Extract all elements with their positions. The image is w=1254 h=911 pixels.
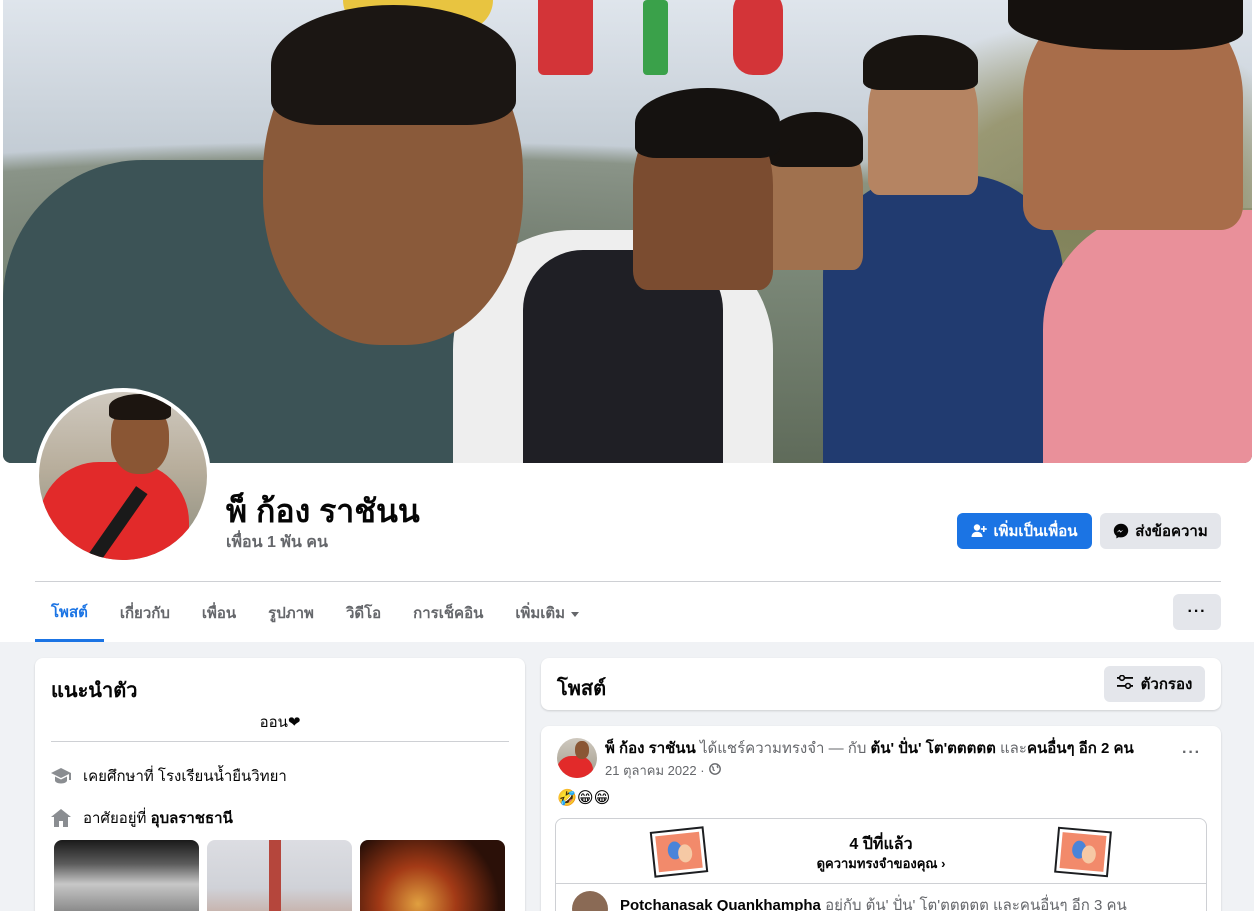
post-tagged-link[interactable]: ต้น' ปั่น' โต'ตตตตต: [871, 740, 996, 757]
intro-card: แนะนำตัว ออน❤ เคยศึกษาที่ โรงเรียนน้ำยืน…: [35, 658, 525, 911]
cover-person: [768, 112, 863, 167]
post-date[interactable]: 21 ตุลาคม 2022 ·: [605, 760, 705, 781]
tab-more-label: เพิ่มเติม: [515, 605, 566, 622]
post-and-text: และ: [995, 740, 1027, 757]
avatar-hair: [109, 394, 171, 420]
filter-label: ตัวกรอง: [1140, 676, 1193, 693]
messenger-icon: [1113, 523, 1129, 539]
tab-videos[interactable]: วิดีโอ: [330, 584, 397, 642]
shared-post-avatar[interactable]: [572, 891, 608, 911]
tab-posts[interactable]: โพสต์: [35, 584, 104, 642]
memory-link[interactable]: ดูความทรงจำของคุณ ›: [556, 853, 1206, 874]
header-divider: [35, 581, 1221, 582]
tab-more[interactable]: เพิ่มเติม: [499, 584, 595, 642]
intro-photo[interactable]: [54, 840, 199, 911]
post-options-button[interactable]: ···: [1182, 744, 1201, 762]
sign-part: [733, 0, 783, 75]
tab-friends[interactable]: เพื่อน: [186, 584, 252, 642]
message-label: ส่งข้อความ: [1135, 523, 1208, 540]
add-friend-icon: [971, 523, 988, 539]
friend-count[interactable]: เพื่อน 1 พัน คน: [226, 530, 328, 555]
globe-icon: [708, 763, 721, 778]
tab-photos[interactable]: รูปภาพ: [252, 584, 330, 642]
home-icon: [51, 808, 71, 828]
education-text: เคยศึกษาที่ โรงเรียนน้ำยืนวิทยา: [83, 768, 287, 785]
cover-person: [635, 88, 780, 158]
location-prefix: อาศัยอยู่ที่: [83, 810, 151, 827]
tab-about[interactable]: เกี่ยวกับ: [104, 584, 186, 642]
avatar-shirt: [557, 756, 593, 778]
add-friend-button[interactable]: เพิ่มเป็นเพื่อน: [957, 513, 1092, 549]
shared-post-author[interactable]: Potchanasak Quankhampha: [620, 897, 821, 911]
profile-header: พ็ ก้อง ราชันน เพื่อน 1 พัน คน เพิ่มเป็น…: [0, 0, 1254, 642]
avatar-shirt: [39, 462, 189, 560]
education-row: เคยศึกษาที่ โรงเรียนน้ำยืนวิทยา: [51, 764, 287, 788]
post-card: พ็ ก้อง ราชันน ได้แชร์ความทรงจำ — กับ ต้…: [541, 726, 1221, 911]
location-row: อาศัยอยู่ที่ อุบลราชธานี: [51, 806, 233, 830]
post-action-text: ได้แชร์ความทรงจำ — กับ: [695, 740, 871, 757]
photo-detail: [269, 840, 281, 911]
post-header-text: พ็ ก้อง ราชันน ได้แชร์ความทรงจำ — กับ ต้…: [605, 739, 1145, 759]
tab-checkins[interactable]: การเช็คอิน: [397, 584, 499, 642]
message-button[interactable]: ส่งข้อความ: [1100, 513, 1221, 549]
intro-divider: [51, 741, 509, 742]
post-author-avatar[interactable]: [557, 738, 597, 778]
graduation-cap-icon: [51, 766, 71, 786]
posts-title: โพสต์: [557, 678, 607, 700]
post-others-link[interactable]: คนอื่นๆ อีก 2 คน: [1027, 740, 1134, 757]
shared-post-rest: อยู่กับ ต้น' ปั่น' โต'ตตตตต และคนอื่นๆ อ…: [820, 897, 1127, 911]
profile-tabs: โพสต์ เกี่ยวกับ เพื่อน รูปภาพ วิดีโอ การ…: [35, 584, 595, 642]
cover-person: [863, 35, 978, 90]
memory-card[interactable]: 4 ปีที่แล้ว ดูความทรงจำของคุณ › Potchana…: [555, 818, 1207, 911]
filter-button[interactable]: ตัวกรอง: [1104, 666, 1205, 702]
cover-person: [271, 5, 516, 125]
intro-title: แนะนำตัว: [51, 680, 138, 702]
intro-photo[interactable]: [207, 840, 352, 911]
sign-part: [643, 0, 668, 75]
avatar-face: [575, 741, 589, 759]
cover-person: [1043, 210, 1252, 463]
filter-icon: [1116, 674, 1133, 693]
shared-post-header: Potchanasak Quankhampha อยู่กับ ต้น' ปั่…: [620, 893, 1127, 911]
intro-photo[interactable]: [360, 840, 505, 911]
add-friend-label: เพิ่มเป็นเพื่อน: [993, 523, 1078, 540]
caret-down-icon: [571, 611, 580, 617]
memory-divider: [556, 883, 1206, 884]
post-meta: 21 ตุลาคม 2022 ·: [605, 760, 721, 781]
cover-photo[interactable]: [3, 0, 1252, 463]
more-options-button[interactable]: ···: [1173, 594, 1221, 630]
intro-bio: ออน❤: [259, 714, 301, 731]
profile-avatar[interactable]: [39, 392, 207, 560]
sign-part: [538, 0, 593, 75]
post-text: 🤣😁😁: [557, 790, 611, 807]
posts-header-card: โพสต์ ตัวกรอง: [541, 658, 1221, 710]
post-author-link[interactable]: พ็ ก้อง ราชันน: [605, 740, 696, 757]
location-link[interactable]: อุบลราชธานี: [151, 810, 233, 827]
